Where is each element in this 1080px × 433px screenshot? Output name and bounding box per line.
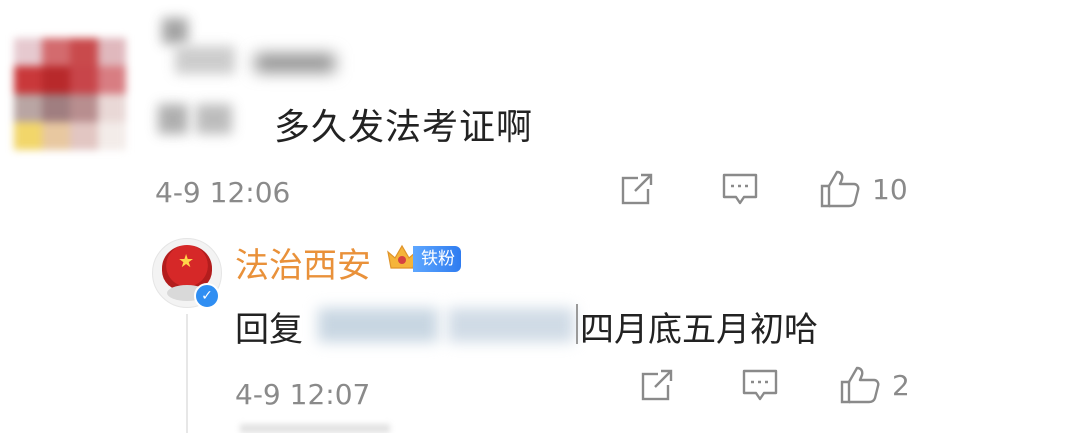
thread-line	[186, 314, 188, 433]
reply-timestamp: 4-9 12:07	[235, 378, 371, 411]
reply-button[interactable]	[720, 170, 760, 208]
mention-redacted	[448, 308, 574, 342]
like-icon	[840, 366, 880, 404]
like-count: 2	[892, 368, 910, 402]
username-redacted	[255, 54, 335, 72]
fan-badge: 铁粉	[413, 246, 461, 272]
share-icon	[621, 173, 654, 205]
reply-like-button[interactable]: 2	[838, 364, 910, 406]
reply-author-name[interactable]: 法治西安	[235, 238, 371, 287]
reply-comment-button[interactable]	[740, 366, 780, 404]
like-count: 10	[872, 172, 908, 206]
comment-text: 多久发法考证啊	[274, 107, 534, 148]
comment-timestamp: 4-9 12:06	[155, 176, 291, 209]
like-button[interactable]: 10	[818, 168, 908, 210]
mention-redacted	[318, 308, 438, 342]
comment-icon	[742, 369, 778, 401]
reply-share-button[interactable]	[638, 366, 676, 404]
text-cursor	[576, 304, 578, 344]
share-icon	[641, 369, 674, 401]
share-button[interactable]	[618, 170, 656, 208]
reply-text: 四月底五月初哈	[580, 310, 818, 350]
like-icon	[820, 170, 860, 208]
username-redacted	[158, 104, 188, 134]
reply-prefix: 回复	[235, 310, 303, 350]
username-redacted	[162, 18, 188, 44]
username-redacted	[196, 104, 232, 134]
username-redacted	[175, 46, 235, 74]
comment-icon	[722, 173, 758, 205]
verified-icon: ✓	[194, 283, 220, 309]
star-icon: ★	[178, 251, 195, 272]
weibo-comment-thread: 多久发法考证啊 4-9 12:06 10 ★ ✓ 法治西安 铁粉 回复 四月底五…	[0, 0, 1080, 433]
commenter-avatar[interactable]	[14, 38, 126, 150]
next-item-peek	[240, 424, 390, 433]
